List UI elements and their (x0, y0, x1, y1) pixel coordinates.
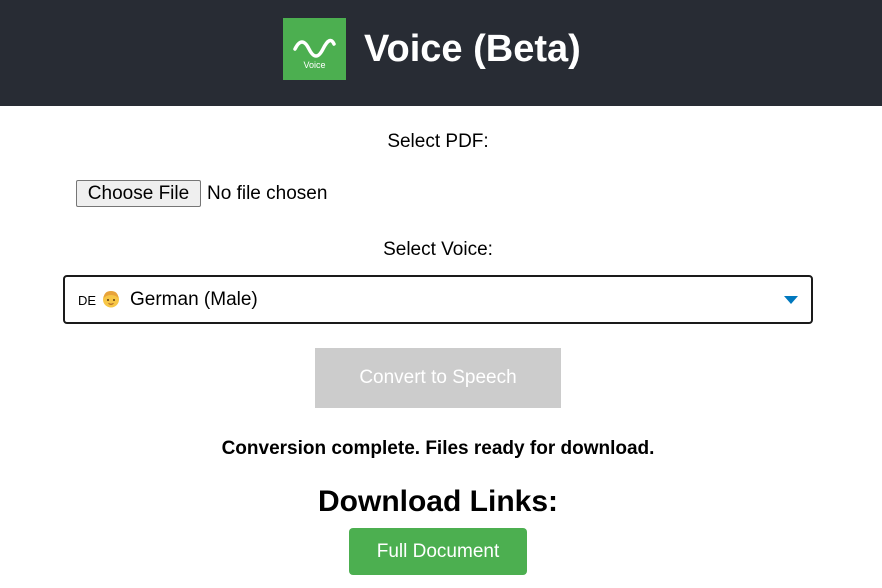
selected-voice-label: German (Male) (130, 289, 258, 310)
man-face-icon (101, 289, 121, 309)
select-voice-label: Select Voice: (383, 239, 493, 260)
app-logo: Voice (283, 18, 346, 80)
select-pdf-label: Select PDF: (387, 131, 489, 152)
voice-select[interactable]: DE German (Male) (63, 275, 813, 324)
flag-code: DE (78, 293, 97, 308)
app-header: Voice Voice (Beta) (0, 0, 882, 106)
full-document-download-button[interactable]: Full Document (349, 528, 527, 575)
download-links-heading: Download Links: (318, 485, 558, 518)
chevron-down-icon (784, 296, 798, 304)
logo-text: Voice (303, 60, 326, 70)
status-message: Conversion complete. Files ready for dow… (221, 438, 655, 459)
choose-file-button[interactable]: Choose File (76, 180, 201, 207)
app-title: Voice (Beta) (364, 28, 581, 70)
waveform-icon (293, 38, 336, 58)
file-status-text: No file chosen (207, 183, 328, 204)
convert-to-speech-button[interactable]: Convert to Speech (315, 348, 561, 408)
